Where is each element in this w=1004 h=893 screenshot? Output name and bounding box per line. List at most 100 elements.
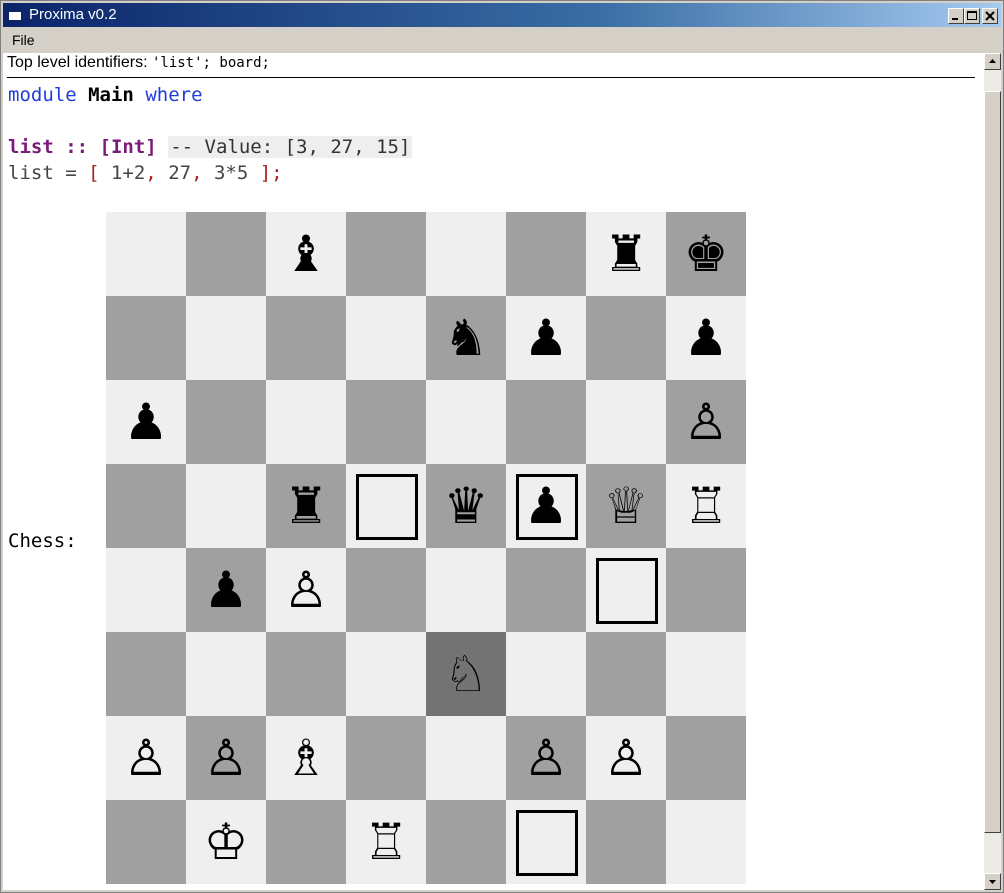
chess-board[interactable]: ♝ ♜ ♚ ♞ ♟ ♟ ♟ ♙ ♜ ♛ ♟ ♕ ♖ ♟ ♙ ♘ ♙ ♙ ♗ ♙ ♙ ♔ ♖ [106, 212, 746, 884]
black-pawn-icon[interactable]: ♟ [506, 296, 586, 380]
board-square[interactable] [666, 800, 746, 884]
title-bar[interactable]: Proxima v0.2 [3, 3, 1001, 27]
board-square[interactable] [506, 800, 586, 884]
black-king-icon[interactable]: ♚ [666, 212, 746, 296]
scroll-up-button[interactable] [984, 53, 1001, 70]
board-square[interactable]: ♜ [266, 464, 346, 548]
scroll-thumb[interactable] [984, 91, 1001, 833]
white-knight-icon[interactable]: ♘ [426, 632, 506, 716]
board-square[interactable] [426, 716, 506, 800]
black-pawn-icon[interactable]: ♟ [106, 380, 186, 464]
board-square[interactable] [506, 548, 586, 632]
board-square[interactable]: ♞ [426, 296, 506, 380]
board-square[interactable]: ♚ [666, 212, 746, 296]
board-square[interactable] [666, 548, 746, 632]
white-pawn-icon[interactable]: ♙ [106, 716, 186, 800]
white-bishop-icon[interactable]: ♗ [266, 716, 346, 800]
board-square[interactable] [106, 800, 186, 884]
board-square[interactable] [426, 548, 506, 632]
board-square[interactable] [186, 380, 266, 464]
board-square[interactable]: ♜ [586, 212, 666, 296]
board-square[interactable] [426, 380, 506, 464]
board-square[interactable] [346, 632, 426, 716]
board-square[interactable] [666, 716, 746, 800]
board-square[interactable] [426, 212, 506, 296]
board-square[interactable] [266, 632, 346, 716]
board-square[interactable] [586, 800, 666, 884]
black-rook-icon[interactable]: ♜ [586, 212, 666, 296]
board-square[interactable] [506, 212, 586, 296]
black-bishop-icon[interactable]: ♝ [266, 212, 346, 296]
board-square[interactable] [586, 632, 666, 716]
board-square[interactable] [346, 548, 426, 632]
vertical-scrollbar[interactable] [984, 53, 1001, 890]
board-square[interactable] [266, 296, 346, 380]
white-king-icon[interactable]: ♔ [186, 800, 266, 884]
board-square[interactable] [106, 464, 186, 548]
black-queen-icon[interactable]: ♛ [426, 464, 506, 548]
black-pawn-icon[interactable]: ♟ [186, 548, 266, 632]
white-pawn-icon[interactable]: ♙ [186, 716, 266, 800]
board-square[interactable]: ♟ [666, 296, 746, 380]
board-square[interactable]: ♘ [426, 632, 506, 716]
board-square[interactable] [186, 632, 266, 716]
close-button[interactable] [982, 8, 998, 24]
board-square[interactable] [106, 632, 186, 716]
black-rook-icon[interactable]: ♜ [266, 464, 346, 548]
board-square[interactable]: ♙ [186, 716, 266, 800]
white-pawn-icon[interactable]: ♙ [266, 548, 346, 632]
board-square[interactable]: ♙ [666, 380, 746, 464]
white-pawn-icon[interactable]: ♙ [506, 716, 586, 800]
black-pawn-icon[interactable]: ♟ [666, 296, 746, 380]
board-square[interactable] [346, 212, 426, 296]
board-square[interactable]: ♙ [266, 548, 346, 632]
board-square[interactable] [586, 296, 666, 380]
board-square[interactable] [106, 548, 186, 632]
board-square[interactable] [266, 800, 346, 884]
board-square[interactable] [666, 632, 746, 716]
board-square[interactable] [586, 548, 666, 632]
board-square[interactable]: ♔ [186, 800, 266, 884]
board-square[interactable]: ♝ [266, 212, 346, 296]
black-pawn-icon[interactable]: ♟ [506, 464, 586, 548]
code-line-signature[interactable]: list :: [Int] -- Value: [3, 27, 15] [8, 136, 413, 158]
code-line-module[interactable]: module Main where [8, 84, 203, 106]
board-square[interactable]: ♖ [666, 464, 746, 548]
board-square[interactable] [106, 212, 186, 296]
board-square[interactable] [346, 296, 426, 380]
board-square[interactable]: ♛ [426, 464, 506, 548]
board-square[interactable]: ♟ [106, 380, 186, 464]
black-knight-icon[interactable]: ♞ [426, 296, 506, 380]
menu-file[interactable]: File [12, 32, 35, 48]
board-square[interactable] [346, 380, 426, 464]
document-view[interactable]: Top level identifiers: 'list'; board; mo… [3, 53, 984, 890]
board-square[interactable]: ♟ [506, 296, 586, 380]
board-square[interactable]: ♙ [506, 716, 586, 800]
minimize-button[interactable] [948, 8, 964, 24]
board-square[interactable]: ♙ [586, 716, 666, 800]
board-square[interactable]: ♗ [266, 716, 346, 800]
board-square[interactable] [186, 212, 266, 296]
white-pawn-icon[interactable]: ♙ [586, 716, 666, 800]
board-square[interactable] [346, 464, 426, 548]
board-square[interactable] [266, 380, 346, 464]
board-square[interactable]: ♟ [506, 464, 586, 548]
code-line-definition[interactable]: list = [ 1+2, 27, 3*5 ]; [8, 162, 283, 184]
board-square[interactable]: ♖ [346, 800, 426, 884]
board-square[interactable]: ♟ [186, 548, 266, 632]
board-square[interactable] [426, 800, 506, 884]
maximize-button[interactable] [964, 8, 980, 24]
white-rook-icon[interactable]: ♖ [666, 464, 746, 548]
board-square[interactable]: ♕ [586, 464, 666, 548]
scroll-down-button[interactable] [984, 873, 1001, 890]
white-pawn-icon[interactable]: ♙ [666, 380, 746, 464]
board-square[interactable] [186, 464, 266, 548]
white-queen-icon[interactable]: ♕ [586, 464, 666, 548]
board-square[interactable] [186, 296, 266, 380]
board-square[interactable] [506, 632, 586, 716]
white-rook-icon[interactable]: ♖ [346, 800, 426, 884]
board-square[interactable] [106, 296, 186, 380]
board-square[interactable] [586, 380, 666, 464]
board-square[interactable]: ♙ [106, 716, 186, 800]
board-square[interactable] [506, 380, 586, 464]
